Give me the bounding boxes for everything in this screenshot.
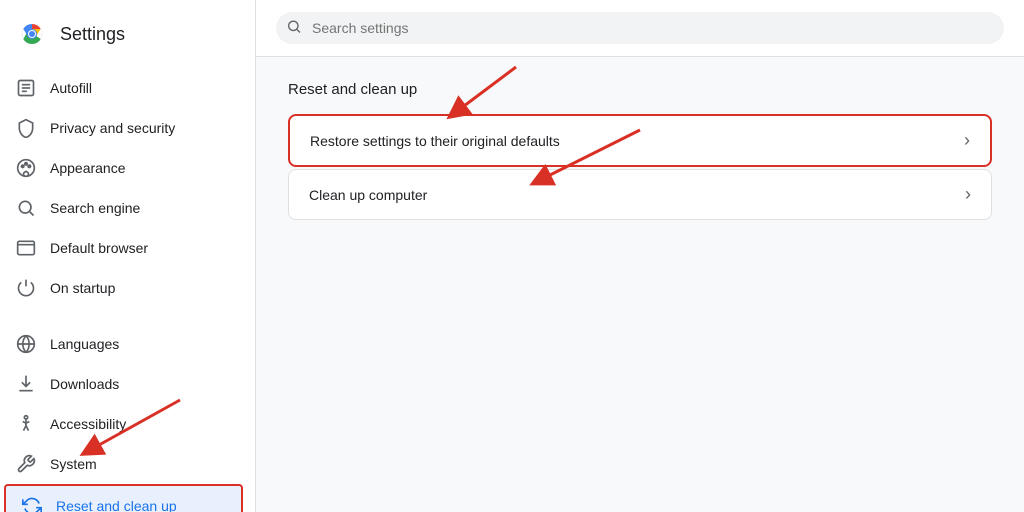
sidebar-item-label: Downloads	[50, 376, 119, 392]
wrench-icon	[16, 454, 36, 474]
settings-row-cleanup[interactable]: Clean up computer ›	[289, 170, 991, 219]
sidebar-item-label: Autofill	[50, 80, 92, 96]
chrome-logo-icon	[16, 18, 48, 50]
sidebar-item-label: Reset and clean up	[56, 498, 177, 512]
sidebar-item-label: Languages	[50, 336, 119, 352]
chevron-right-icon: ›	[964, 130, 970, 151]
autofill-icon	[16, 78, 36, 98]
main-content: Reset and clean up Restore settings to t…	[256, 0, 1024, 512]
sidebar-item-accessibility[interactable]: Accessibility	[0, 404, 247, 444]
sidebar-item-label: Search engine	[50, 200, 140, 216]
accessibility-icon	[16, 414, 36, 434]
chevron-right-icon: ›	[965, 184, 971, 205]
search-bar	[256, 0, 1024, 57]
sidebar-item-label: Accessibility	[50, 416, 126, 432]
settings-row-label: Clean up computer	[309, 187, 427, 203]
search-icon	[16, 198, 36, 218]
app-title: Settings	[60, 24, 125, 45]
power-icon	[16, 278, 36, 298]
settings-row-restore[interactable]: Restore settings to their original defau…	[290, 116, 990, 165]
sidebar-item-appearance[interactable]: Appearance	[0, 148, 247, 188]
search-icon	[286, 19, 302, 38]
sidebar-item-label: Appearance	[50, 160, 126, 176]
sidebar-header: Settings	[0, 8, 255, 68]
shield-icon	[16, 118, 36, 138]
sidebar-item-downloads[interactable]: Downloads	[0, 364, 247, 404]
search-input[interactable]	[276, 12, 1004, 44]
palette-icon	[16, 158, 36, 178]
sidebar-item-label: Default browser	[50, 240, 148, 256]
sidebar-item-on-startup[interactable]: On startup	[0, 268, 247, 308]
download-icon	[16, 374, 36, 394]
sidebar-item-label: On startup	[50, 280, 115, 296]
search-container	[276, 12, 1004, 44]
globe-icon	[16, 334, 36, 354]
sidebar-item-default-browser[interactable]: Default browser	[0, 228, 247, 268]
content-area: Reset and clean up Restore settings to t…	[256, 57, 1024, 244]
settings-list-restore: Restore settings to their original defau…	[288, 114, 992, 167]
sidebar-item-reset[interactable]: Reset and clean up	[4, 484, 243, 512]
sidebar-item-languages[interactable]: Languages	[0, 324, 247, 364]
reset-icon	[22, 496, 42, 512]
settings-row-label: Restore settings to their original defau…	[310, 133, 560, 149]
section-title: Reset and clean up	[288, 81, 992, 98]
settings-list-cleanup: Clean up computer ›	[288, 169, 992, 220]
sidebar-item-privacy[interactable]: Privacy and security	[0, 108, 247, 148]
browser-icon	[16, 238, 36, 258]
sidebar-item-system[interactable]: System	[0, 444, 247, 484]
sidebar-item-search-engine[interactable]: Search engine	[0, 188, 247, 228]
sidebar: Settings Autofill Privacy and security	[0, 0, 256, 512]
sidebar-item-label: System	[50, 456, 97, 472]
sidebar-item-label: Privacy and security	[50, 120, 175, 136]
sidebar-item-autofill[interactable]: Autofill	[0, 68, 247, 108]
